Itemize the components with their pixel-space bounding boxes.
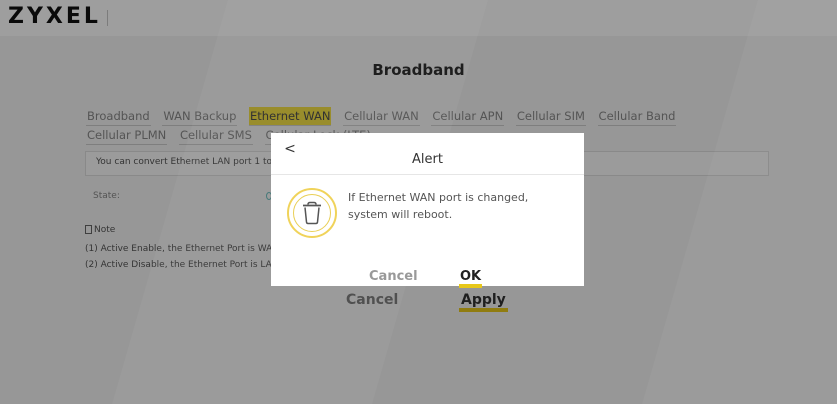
alert-icon-circle <box>287 188 337 238</box>
trash-icon <box>303 201 321 225</box>
dialog-ok-button[interactable]: OK <box>459 269 483 288</box>
dialog-divider <box>271 174 584 175</box>
dialog-message: If Ethernet WAN port is changed, system … <box>348 189 568 223</box>
dialog-cancel-button[interactable]: Cancel <box>369 269 418 284</box>
alert-dialog: < Alert If Ethernet WAN port is changed,… <box>271 133 584 288</box>
dialog-title: Alert <box>412 152 443 167</box>
dialog-message-line-1: If Ethernet WAN port is changed, <box>348 191 529 204</box>
overlay-stripe <box>642 0 837 404</box>
dialog-message-line-2: system will reboot. <box>348 208 453 221</box>
